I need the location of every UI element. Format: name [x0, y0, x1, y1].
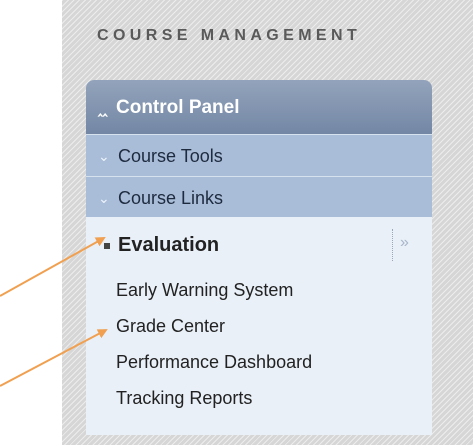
annotation-arrow — [0, 237, 106, 297]
annotation-arrow — [0, 329, 108, 387]
annotation-arrows — [0, 237, 108, 387]
